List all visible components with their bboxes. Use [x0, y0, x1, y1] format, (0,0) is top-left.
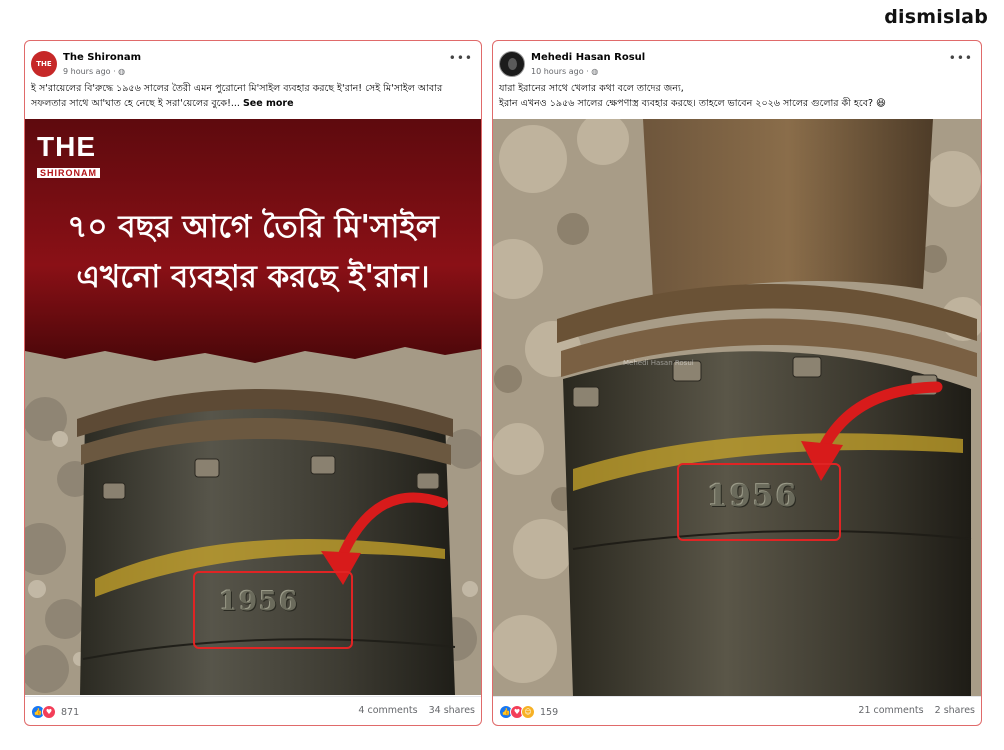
author-name[interactable]: Mehedi Hasan Rosul [531, 52, 645, 63]
logo-subtitle: SHIRONAM [37, 168, 100, 178]
comments-count[interactable]: 4 comments [358, 705, 417, 716]
shironam-logo: THE SHIRONAM [37, 133, 100, 180]
post-body: ই স'রায়েলের বি'রুদ্ধে ১৯৫৬ সালের তৈরী এ… [31, 83, 443, 109]
post-line-1: যারা ইরানের সাথে খেলার কথা বলে তাদের জন্… [499, 83, 684, 94]
post-time[interactable]: 10 hours ago · ◍ [531, 67, 598, 76]
photo-watermark: Mehedi Hasan Rosul [623, 359, 694, 367]
author-name[interactable]: The Shironam [63, 52, 141, 63]
reaction-count: 871 [61, 706, 80, 718]
post-image[interactable]: Mehedi Hasan Rosul 1956 [493, 119, 981, 697]
post-header: THE The Shironam 9 hours ago · ◍ ••• [25, 41, 481, 81]
time-text: 9 hours ago · [63, 67, 119, 76]
photo-image [493, 119, 981, 697]
more-options-icon[interactable]: ••• [949, 51, 973, 65]
highlight-box [193, 571, 353, 649]
headline-line-1: ৭০ বছর আগে তৈরি মি'সাইল [67, 209, 439, 245]
post-stats: 4 comments 34 shares [350, 705, 475, 716]
globe-icon: ◍ [591, 67, 599, 76]
dismislab-logo: dismislab [884, 6, 988, 28]
post-image[interactable]: THE SHIRONAM ৭০ বছর আগে তৈরি মি'সাইল এখন… [25, 119, 481, 695]
post-footer: 👍 ♥ ☺ 159 21 comments 2 shares [493, 696, 981, 725]
headline-line-2: এখনো ব্যবহার করছে ই'রান। [76, 259, 430, 295]
post-text: যারা ইরানের সাথে খেলার কথা বলে তাদের জন্… [493, 81, 981, 119]
highlight-box [677, 463, 841, 541]
reaction-count: 159 [540, 706, 559, 718]
page-avatar[interactable]: THE [31, 51, 57, 77]
facebook-post-mehedi: Mehedi Hasan Rosul 10 hours ago · ◍ ••• … [492, 40, 982, 726]
post-text: ই স'রায়েলের বি'রুদ্ধে ১৯৫৬ সালের তৈরী এ… [25, 81, 481, 119]
profile-avatar[interactable] [499, 51, 525, 77]
globe-icon: ◍ [118, 67, 126, 76]
reactions[interactable]: 👍 ♥ 871 [31, 705, 79, 719]
haha-reaction-icon: ☺ [521, 705, 535, 719]
love-reaction-icon: ♥ [42, 705, 56, 719]
reactions[interactable]: 👍 ♥ ☺ 159 [499, 705, 558, 719]
post-stats: 21 comments 2 shares [850, 705, 975, 716]
shares-count[interactable]: 2 shares [935, 705, 975, 716]
avatar-text: THE [36, 60, 52, 68]
logo-the: THE [37, 131, 96, 162]
facebook-post-shironam: THE The Shironam 9 hours ago · ◍ ••• ই স… [24, 40, 482, 726]
post-header: Mehedi Hasan Rosul 10 hours ago · ◍ ••• [493, 41, 981, 81]
post-footer: 👍 ♥ 871 4 comments 34 shares [25, 696, 481, 725]
post-time[interactable]: 9 hours ago · ◍ [63, 67, 125, 76]
more-options-icon[interactable]: ••• [449, 51, 473, 65]
time-text: 10 hours ago · [531, 67, 592, 76]
comments-count[interactable]: 21 comments [858, 705, 923, 716]
see-more-link[interactable]: See more [243, 98, 294, 109]
post-line-2: ইরান এখনও ১৯৫৬ সালের ক্ষেপণাস্ত্র ব্যবহা… [499, 98, 886, 109]
shares-count[interactable]: 34 shares [429, 705, 475, 716]
